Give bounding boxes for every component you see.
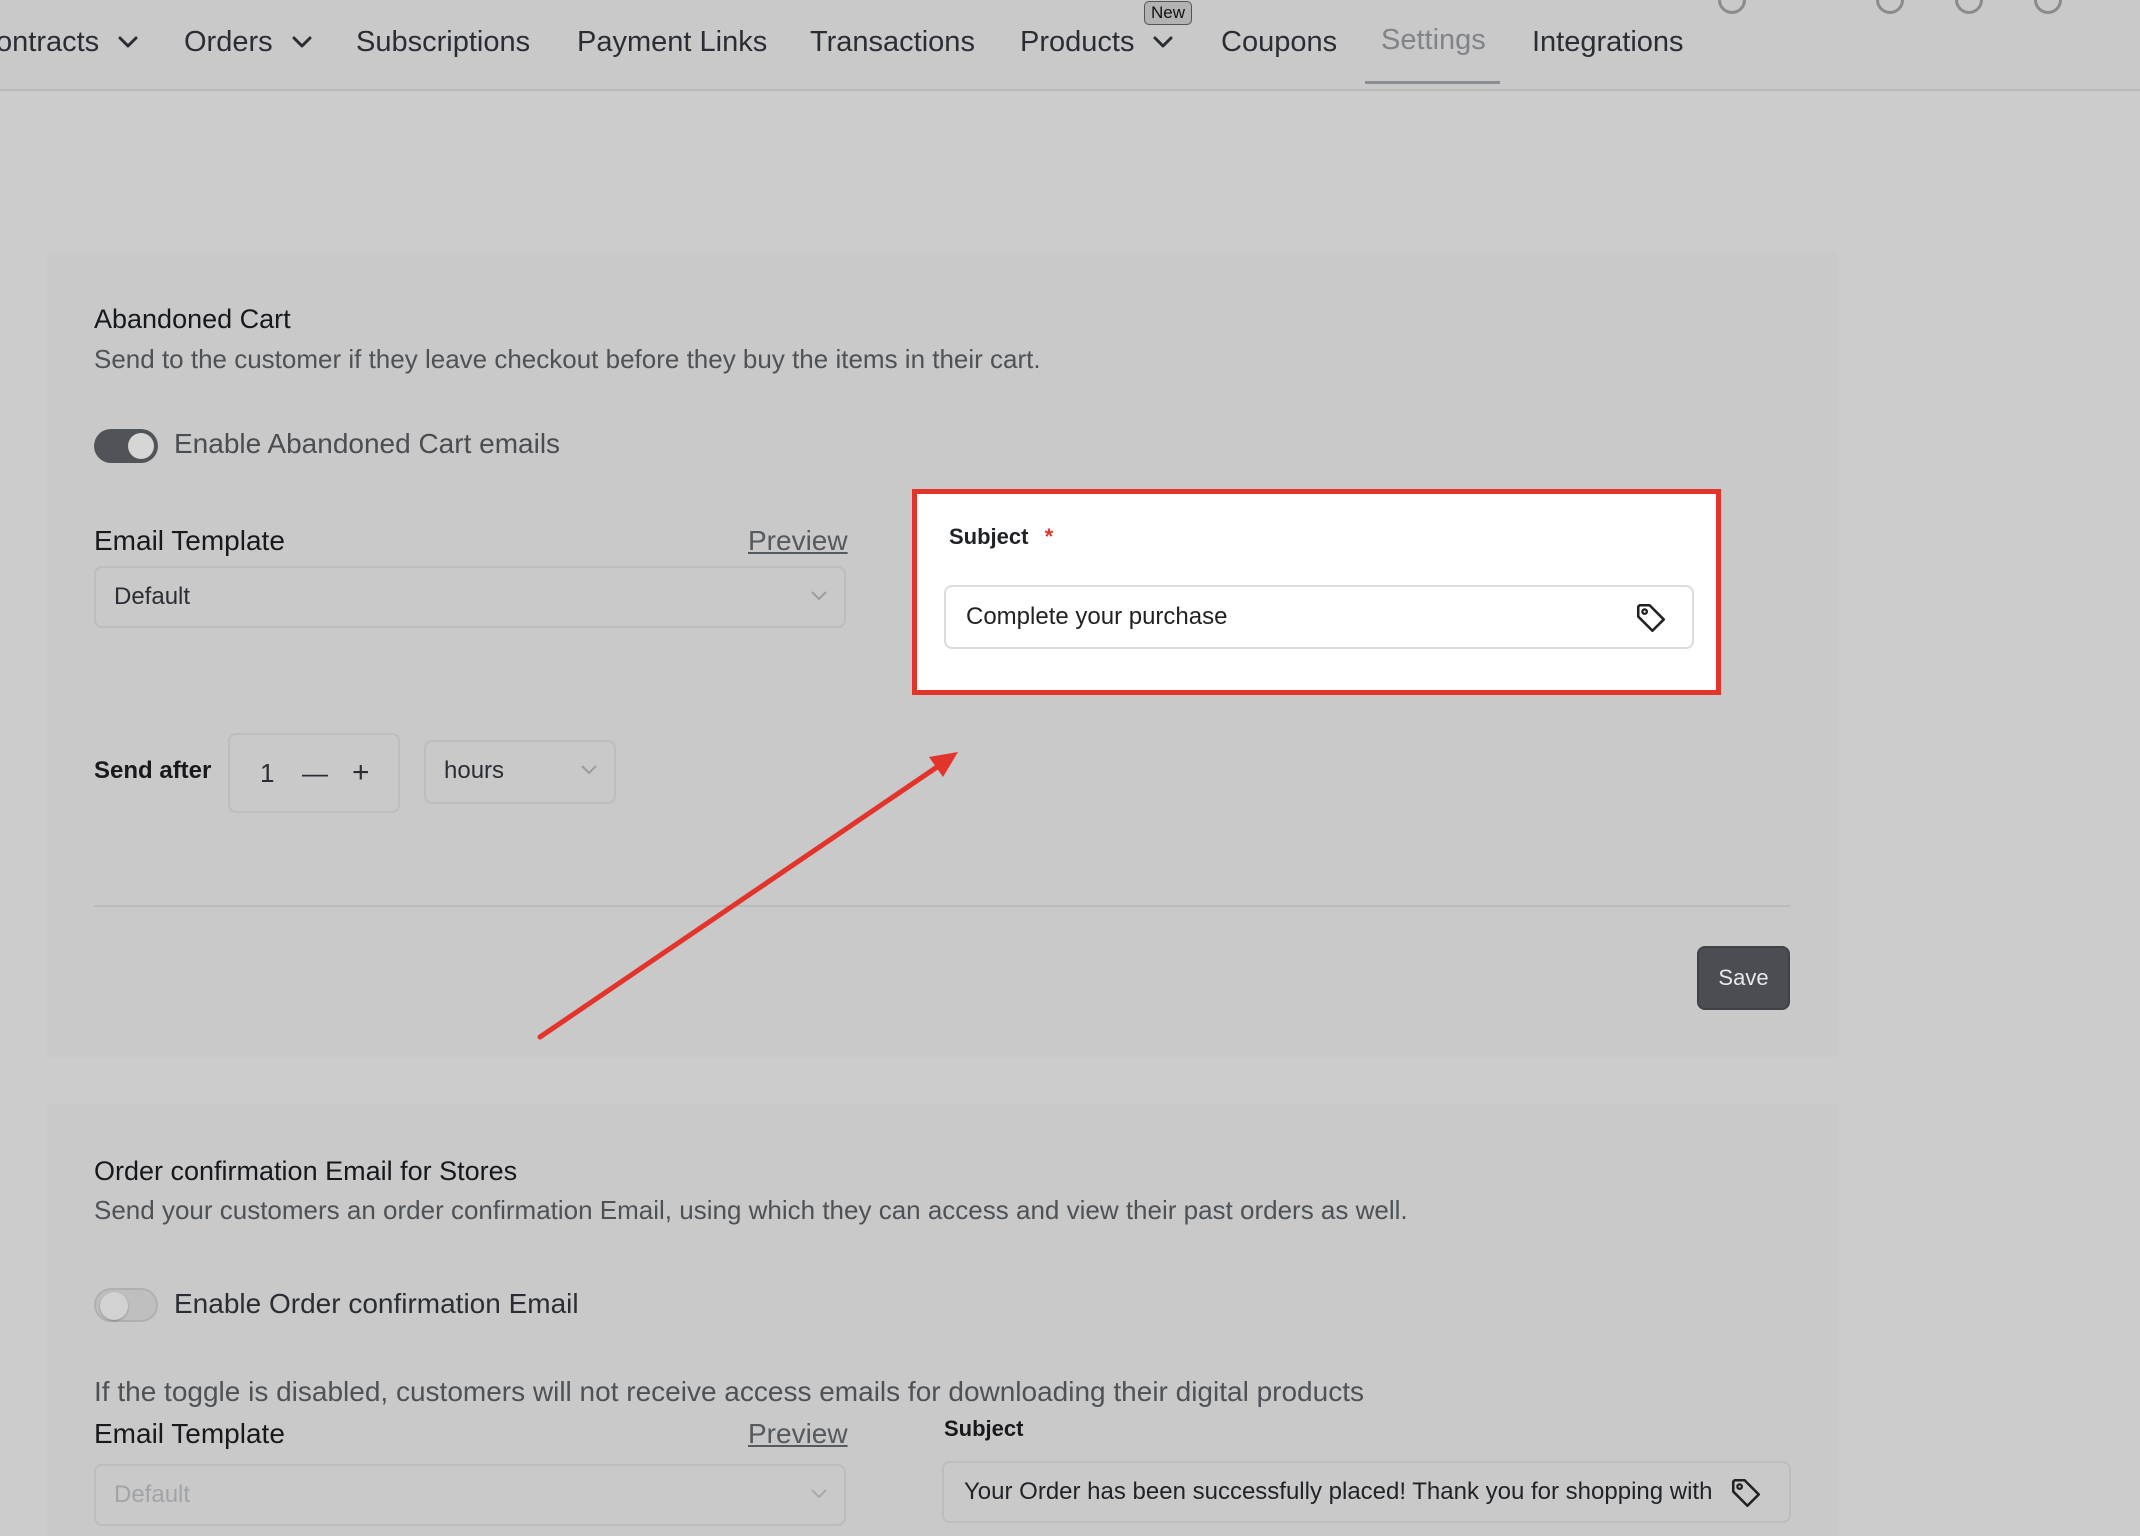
order-confirmation-title: Order confirmation Email for Stores (94, 1156, 518, 1186)
chevron-down-icon (811, 1489, 827, 1499)
order-confirmation-toggle[interactable] (94, 1288, 158, 1322)
preview-link[interactable]: Preview (748, 1418, 848, 1450)
subject-label: Subject (944, 1416, 1024, 1441)
tag-icon[interactable] (1729, 1476, 1763, 1510)
email-template-select[interactable]: Default (94, 1464, 846, 1526)
email-template-label: Email Template (94, 1418, 285, 1449)
order-confirmation-description: Send your customers an order confirmatio… (94, 1195, 1408, 1225)
order-subject-value: Your Order has been successfully placed!… (964, 1478, 1713, 1505)
toggle-knob (100, 1292, 128, 1320)
toggle-disabled-note: If the toggle is disabled, customers wil… (94, 1376, 1364, 1407)
email-template-value: Default (114, 1481, 191, 1508)
order-confirmation-toggle-label: Enable Order confirmation Email (174, 1288, 579, 1319)
order-subject-input[interactable]: Your Order has been successfully placed!… (942, 1461, 1791, 1523)
